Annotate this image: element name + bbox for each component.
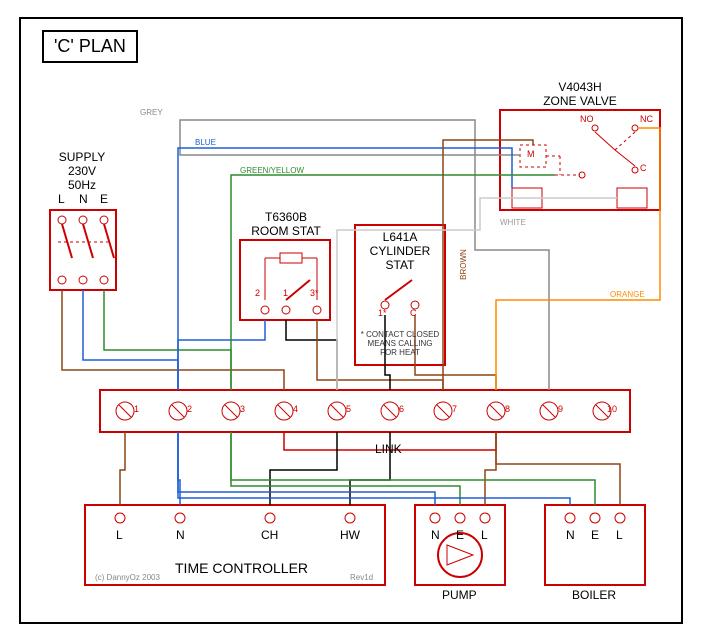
zone-valve-title: V4043HZONE VALVE xyxy=(530,80,630,108)
pump-n: N xyxy=(431,528,440,542)
wire-white: WHITE xyxy=(500,218,526,227)
zv-nc: NC xyxy=(640,114,653,124)
rs-t3: 3* xyxy=(310,288,319,298)
wire-grey: GREY xyxy=(140,108,163,117)
strip-2: 2 xyxy=(187,404,192,414)
cyl-note: * CONTACT CLOSED MEANS CALLING FOR HEAT xyxy=(358,330,442,357)
cyl-stat-title: L641A CYLINDER STAT xyxy=(355,230,445,272)
wiring-diagram: 'C' PLAN SUPPLY 230V 50Hz L N E T6360BRO… xyxy=(0,0,702,641)
tc-title: TIME CONTROLLER xyxy=(175,560,308,576)
pump-l: L xyxy=(481,528,488,542)
supply-e: E xyxy=(100,192,108,206)
supply-n: N xyxy=(79,192,88,206)
tc-ch: CH xyxy=(261,528,278,542)
tc-l: L xyxy=(116,528,123,542)
cyl-t1: 1* xyxy=(378,308,387,318)
wire-blue: BLUE xyxy=(195,138,216,147)
strip-1: 1 xyxy=(134,404,139,414)
boiler-n: N xyxy=(566,528,575,542)
wire-brown: BROWN xyxy=(459,249,468,280)
boiler-l: L xyxy=(616,528,623,542)
strip-link: LINK xyxy=(375,442,402,456)
boiler-e: E xyxy=(591,528,599,542)
plan-title: 'C' PLAN xyxy=(42,30,138,63)
cyl-tc: C xyxy=(410,308,417,318)
strip-4: 4 xyxy=(293,404,298,414)
supply-title: SUPPLY 230V 50Hz xyxy=(52,150,112,192)
strip-7: 7 xyxy=(452,404,457,414)
zv-no: NO xyxy=(580,114,594,124)
strip-3: 3 xyxy=(240,404,245,414)
boiler-title: BOILER xyxy=(572,588,616,602)
strip-9: 9 xyxy=(558,404,563,414)
wire-gy: GREEN/YELLOW xyxy=(240,166,304,175)
strip-8: 8 xyxy=(505,404,510,414)
supply-l: L xyxy=(58,192,65,206)
strip-6: 6 xyxy=(399,404,404,414)
wire-orange: ORANGE xyxy=(610,290,645,299)
strip-5: 5 xyxy=(346,404,351,414)
zv-c: C xyxy=(640,163,647,173)
revision: Rev1d xyxy=(350,573,373,582)
zv-m: M xyxy=(527,149,535,159)
tc-hw: HW xyxy=(340,528,360,542)
tc-n: N xyxy=(176,528,185,542)
pump-title: PUMP xyxy=(442,588,477,602)
strip-10: 10 xyxy=(607,404,617,414)
room-stat-title: T6360BROOM STAT xyxy=(236,210,336,238)
pump-e: E xyxy=(456,528,464,542)
copyright: (c) DannyOz 2003 xyxy=(95,573,160,582)
rs-t1: 1 xyxy=(283,288,288,298)
rs-t2: 2 xyxy=(255,288,260,298)
